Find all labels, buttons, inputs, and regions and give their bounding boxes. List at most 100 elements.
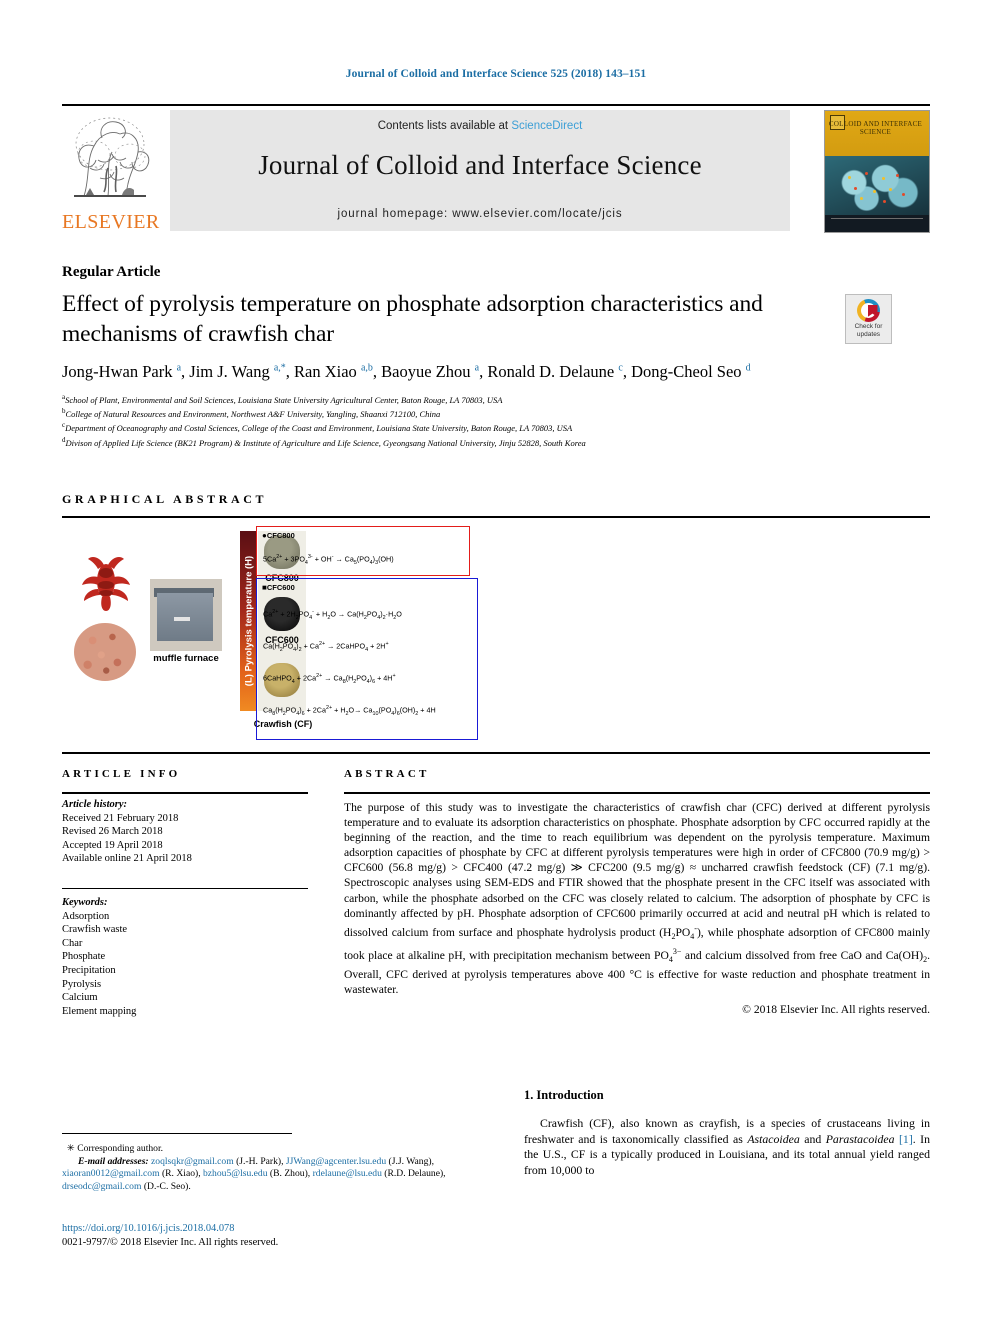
graphical-abstract-heading: GRAPHICAL ABSTRACT (62, 492, 268, 506)
masthead-top-rule (62, 104, 930, 106)
affiliation-list: aSchool of Plant, Environmental and Soil… (62, 392, 862, 449)
affiliation-text: School of Plant, Environmental and Soil … (65, 394, 503, 405)
sciencedirect-link[interactable]: ScienceDirect (511, 120, 582, 132)
cfc800-header-text: CFC800 (266, 531, 295, 540)
footnote-rule (62, 1133, 292, 1134)
cover-dot (860, 197, 864, 201)
keywords-divider-rule (62, 888, 308, 889)
journal-title: Journal of Colloid and Interface Science (258, 150, 702, 180)
crossmark-ring-icon (857, 299, 880, 322)
equation-box-cfc800: ●CFC800 5Ca2+ + 3PO43- + OH- → Ca5(PO4)3… (256, 526, 470, 576)
abstract-heading: ABSTRACT (344, 768, 430, 780)
cover-dot (901, 192, 905, 196)
abstract-copyright: © 2018 Elsevier Inc. All rights reserved… (742, 1003, 930, 1016)
cover-dot (864, 172, 868, 176)
equation-box-cfc600: ■CFC600 Ca2+ + 2H2PO4- + H2O → Ca(H2PO4)… (256, 578, 478, 740)
author-list: Jong-Hwan Park a, Jim J. Wang a,*, Ran X… (62, 362, 751, 381)
affiliation-text: Divison of Applied Life Science (BK21 Pr… (65, 437, 586, 448)
cover-bottom-band (825, 215, 929, 232)
journal-band: Contents lists available at ScienceDirec… (170, 110, 790, 231)
journal-cover-thumbnail[interactable]: COLLOID AND INTERFACE SCIENCE (824, 110, 930, 233)
affiliation-item: cDepartment of Oceanography and Costal S… (62, 420, 862, 434)
cover-micrograph-image (825, 155, 929, 216)
doi-block: https://doi.org/10.1016/j.jcis.2018.04.0… (62, 1222, 482, 1249)
equation-box-cfc600-header: ■CFC600 (262, 583, 295, 592)
keywords-label: Keywords: (62, 897, 108, 908)
affiliation-text: Department of Oceanography and Costal Sc… (65, 423, 573, 434)
keyword-item: Pyrolysis (62, 978, 102, 990)
affiliation-item: bCollege of Natural Resources and Enviro… (62, 406, 862, 420)
contents-prefix: Contents lists available at (377, 120, 512, 132)
affiliation-item: dDivison of Applied Life Science (BK21 P… (62, 435, 862, 449)
cover-dot (895, 173, 899, 177)
cover-title-text: COLLOID AND INTERFACE SCIENCE (828, 120, 923, 136)
cover-caption-lines (831, 218, 923, 221)
page-title: Effect of pyrolysis temperature on phosp… (62, 291, 763, 347)
cover-top-band: COLLOID AND INTERFACE SCIENCE (825, 111, 929, 156)
pyrolysis-temperature-axis: (L) Pyrolysis temperature (H) (240, 531, 257, 711)
cover-dot (882, 177, 886, 181)
equation-cfc600-3: 6CaHPO4 + 2Ca2+ → Ca8(H2PO4)6 + 4H+ (263, 673, 396, 685)
equation-cfc600-1: Ca2+ + 2H2PO4- + H2O → Ca(H2PO4)2·H2O (263, 609, 402, 621)
pyrolysis-temperature-label: (L) Pyrolysis temperature (H) (243, 555, 254, 687)
issn-copyright-line: 0021-9797/© 2018 Elsevier Inc. All right… (62, 1236, 279, 1248)
abstract-body: The purpose of this study was to investi… (344, 801, 930, 997)
keyword-item: Crawfish waste (62, 924, 128, 936)
article-history-block: Article history: Received 21 February 20… (62, 798, 312, 866)
elsevier-wordmark: ELSEVIER (62, 211, 160, 233)
elsevier-tree-icon (74, 117, 150, 197)
history-item: Accepted 19 April 2018 (62, 839, 163, 851)
cfc600-header-text: CFC600 (266, 583, 295, 592)
paper-page: Journal of Colloid and Interface Science… (0, 0, 992, 1323)
crossmark-flag-icon (867, 305, 878, 317)
keyword-item: Element mapping (62, 1005, 137, 1017)
cover-dot (872, 190, 876, 194)
graphical-abstract-bottom-rule (62, 752, 930, 754)
running-head: Journal of Colloid and Interface Science… (345, 68, 647, 80)
doi-link[interactable]: https://doi.org/10.1016/j.jcis.2018.04.0… (62, 1222, 482, 1236)
equation-cfc600-2: Ca(H2PO4)2 + Ca2+ → 2CaHPO4 + 2H+ (263, 641, 389, 653)
abstract-rule (344, 792, 930, 794)
crawfish-image (82, 557, 130, 611)
keyword-item: Calcium (62, 992, 98, 1004)
history-item: Revised 26 March 2018 (62, 826, 163, 838)
article-history-label: Article history: (62, 799, 128, 810)
cover-dot (889, 187, 893, 191)
equation-cfc600-4: Ca8(H2PO4)6 + 2Ca2+ + H2O→ Ca10(PO4)6(OH… (263, 705, 436, 717)
graphical-abstract-top-rule (62, 516, 930, 518)
journal-homepage-link[interactable]: journal homepage: www.elsevier.com/locat… (170, 208, 790, 220)
equation-box-cfc800-header: ●CFC800 (262, 531, 295, 540)
elsevier-logo: ELSEVIER (62, 108, 160, 234)
cover-dot (854, 186, 858, 190)
corresponding-author-footnote: ✳ Corresponding author. E-mail addresses… (62, 1143, 482, 1193)
keywords-block: Keywords: Adsorption Crawfish waste Char… (62, 896, 312, 1018)
keyword-item: Phosphate (62, 951, 106, 963)
affiliation-text: College of Natural Resources and Environ… (65, 409, 441, 420)
email-addresses-label: E-mail addresses: (78, 1155, 149, 1167)
crossmark-inner-icon (861, 303, 878, 318)
cover-dot (847, 175, 851, 179)
muffle-furnace-image (150, 579, 222, 651)
keyword-item: Char (62, 937, 83, 949)
crawfish-feedstock-image (74, 623, 136, 681)
history-item: Available online 21 April 2018 (62, 853, 192, 865)
introduction-body: Crawfish (CF), also known as crayfish, i… (524, 1116, 931, 1177)
corresponding-author-text: Corresponding author. (77, 1143, 164, 1154)
history-item: Received 21 February 2018 (62, 812, 179, 824)
equation-cfc800-1: 5Ca2+ + 3PO43- + OH- → Ca5(PO4)3(OH) (263, 554, 394, 566)
cover-dot (883, 199, 887, 203)
keyword-item: Adsorption (62, 910, 110, 922)
article-type-label: Regular Article (62, 264, 161, 280)
furnace-slot (174, 617, 190, 621)
contents-available-line: Contents lists available at ScienceDirec… (170, 120, 790, 132)
article-info-rule (62, 792, 308, 794)
affiliation-item: aSchool of Plant, Environmental and Soil… (62, 392, 862, 406)
email-addresses-line: E-mail addresses: zoqlsqkr@gmail.com (J.… (62, 1156, 482, 1194)
corresponding-author-line: ✳ Corresponding author. (62, 1143, 164, 1154)
crossmark-label: Check for updates (854, 323, 883, 338)
muffle-furnace-label: muffle furnace (153, 653, 219, 664)
keyword-item: Precipitation (62, 964, 116, 976)
crossmark-badge[interactable]: Check for updates (845, 294, 892, 344)
article-info-heading: ARTICLE INFO (62, 768, 181, 780)
introduction-heading: 1. Introduction (524, 1088, 604, 1102)
